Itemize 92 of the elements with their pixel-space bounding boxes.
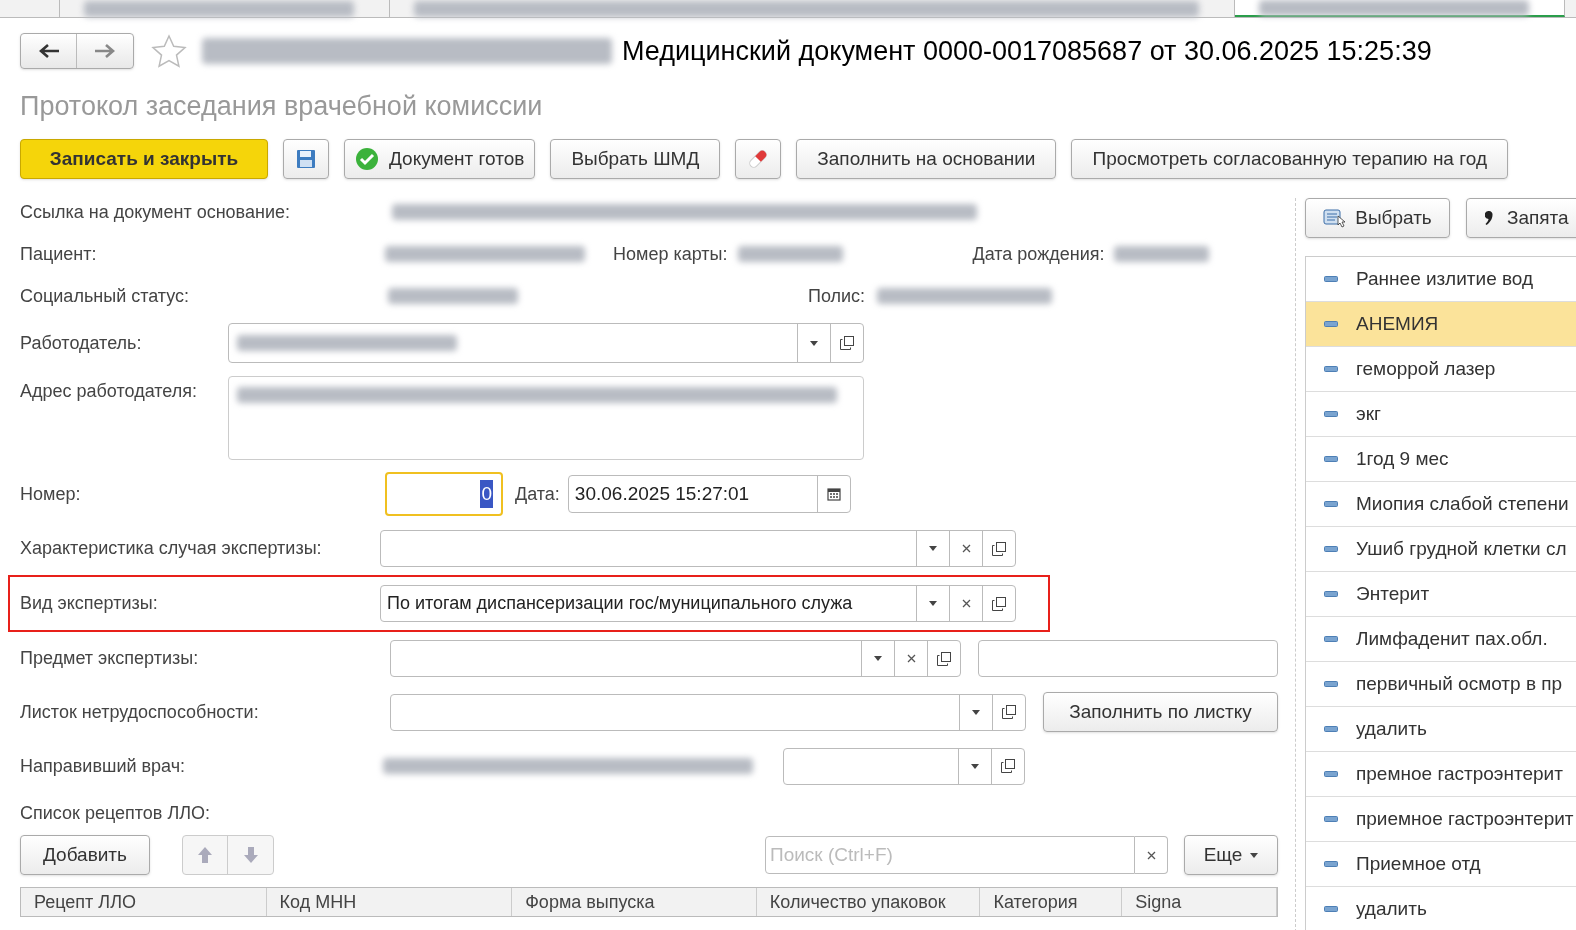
dash-icon: [1324, 501, 1338, 507]
dash-icon: [1324, 816, 1338, 822]
toolbar-button[interactable]: Заполнить на основании: [796, 139, 1057, 179]
open-window-icon: [992, 596, 1006, 611]
employer-address-field[interactable]: [228, 376, 864, 460]
arrow-down-icon: [242, 846, 259, 864]
select-field[interactable]: [390, 693, 1026, 731]
close-icon: [961, 544, 971, 553]
arrow-left-icon: [38, 44, 59, 58]
checkmark-icon: [355, 147, 379, 171]
more-button[interactable]: Еще: [1184, 835, 1278, 875]
select-field[interactable]: [380, 530, 1016, 567]
field-label: Направивший врач:: [20, 754, 187, 778]
field-label: Работодатель:: [20, 331, 143, 355]
caret-icon: [810, 340, 818, 346]
list-cursor-icon: [1323, 208, 1348, 228]
dash-icon: [1324, 726, 1338, 732]
list-item[interactable]: АНЕМИЯ: [1306, 302, 1576, 347]
field-label: Предмет экспертизы:: [20, 647, 200, 670]
column-header: Код МНН: [266, 888, 513, 916]
field-label: Социальный статус:: [20, 284, 191, 308]
arrow-up-icon: [197, 846, 213, 864]
field-label: Список рецептов ЛЛО:: [20, 801, 211, 825]
column-header: Форма выпуска: [512, 888, 757, 916]
comma-icon: [1485, 211, 1493, 225]
open-window-icon: [992, 541, 1006, 556]
field-label: Номер карты:: [613, 242, 728, 266]
field-label: Листок нетрудоспособности:: [20, 700, 260, 724]
dash-icon: [1324, 771, 1338, 777]
dash-icon: [1324, 906, 1338, 912]
close-icon: [1146, 850, 1156, 860]
add-button[interactable]: Добавить: [20, 835, 150, 875]
column-header: Категория: [980, 888, 1123, 916]
column-header: Signa: [1122, 888, 1277, 916]
close-icon: [961, 599, 971, 608]
field-label: Полис:: [808, 284, 866, 308]
number-field[interactable]: 0: [385, 472, 503, 516]
save-and-close-button[interactable]: Записать и закрыть: [20, 139, 268, 179]
search-field[interactable]: Поиск (Ctrl+F): [765, 836, 1135, 874]
caret-icon: [1250, 852, 1259, 858]
dash-icon: [1324, 456, 1338, 462]
open-window-icon: [1001, 759, 1015, 773]
caret-icon: [874, 656, 882, 661]
field-label: Вид экспертизы:: [20, 592, 159, 615]
column-header: Рецепт ЛЛО: [21, 888, 267, 916]
dash-icon: [1324, 546, 1338, 552]
select-field[interactable]: [783, 747, 1025, 785]
dash-icon: [1324, 366, 1338, 372]
dash-icon: [1324, 321, 1338, 327]
clear-button[interactable]: [1135, 836, 1168, 874]
toolbar-button[interactable]: Просмотреть согласованную терапию на год: [1071, 139, 1508, 179]
calendar-icon: [826, 487, 841, 501]
dash-icon: [1324, 411, 1338, 417]
toolbar-button[interactable]: Выбрать ШМД: [550, 139, 721, 179]
document-ready-button[interactable]: Документ готов: [344, 139, 536, 179]
pill-button[interactable]: [735, 139, 782, 179]
window-title: Медицинский документ 0000-0017085687 от 30.06.2025 15:25:39: [622, 34, 1432, 68]
employer-field[interactable]: [228, 323, 864, 363]
dash-icon: [1324, 861, 1338, 867]
comma-button[interactable]: Запята: [1466, 198, 1576, 238]
column-header: Количество упаковок: [756, 888, 981, 916]
date-field[interactable]: 30.06.2025 15:27:01: [567, 475, 851, 513]
dash-icon: [1324, 591, 1338, 597]
open-window-icon: [1002, 705, 1016, 719]
open-window-icon: [937, 651, 951, 666]
dash-icon: [1324, 276, 1338, 282]
select-field[interactable]: По итогам диспансеризации гос/муниципального служа: [380, 585, 1016, 622]
field-label: Пациент:: [20, 242, 98, 266]
select-field[interactable]: [390, 640, 961, 677]
star-icon: [151, 34, 187, 68]
field-label: Дата рождения:: [972, 242, 1105, 266]
text-field[interactable]: [978, 640, 1278, 677]
field-label: Адрес работодателя:: [20, 380, 198, 403]
field-label: Ссылка на документ основание:: [20, 200, 291, 224]
dash-icon: [1324, 636, 1338, 642]
close-icon: [906, 654, 916, 663]
field-label: Дата:: [515, 482, 560, 506]
favorite-button[interactable]: [150, 32, 188, 70]
tab[interactable]: [1235, 0, 1565, 17]
form-subtitle: Протокол заседания врачебной комиссии: [20, 89, 544, 123]
arrow-right-icon: [95, 44, 115, 58]
caret-icon: [929, 546, 937, 551]
open-window-icon: [840, 336, 854, 350]
select-button[interactable]: Выбрать: [1305, 198, 1450, 238]
field-label: Номер:: [20, 482, 82, 506]
field-label: Характеристика случая экспертизы:: [20, 537, 323, 560]
caret-icon: [971, 763, 979, 769]
caret-icon: [972, 709, 980, 715]
dash-icon: [1324, 681, 1338, 687]
fill-from-sheet-button[interactable]: Заполнить по листку: [1043, 692, 1278, 732]
save-button[interactable]: [283, 139, 329, 179]
caret-icon: [929, 601, 937, 606]
